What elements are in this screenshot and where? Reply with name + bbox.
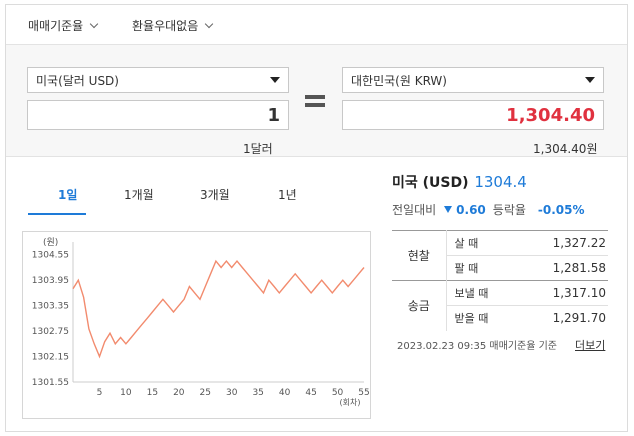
down-arrow-icon xyxy=(444,206,453,213)
x-tick-label: 10 xyxy=(120,388,132,398)
chevron-down-icon xyxy=(205,19,214,28)
x-tick-label: 20 xyxy=(173,388,185,398)
y-tick-label: 1303.35 xyxy=(32,302,69,312)
active-tab-indicator xyxy=(28,213,86,215)
rates-table: 현찰 살 때 1,327.22 팔 때 1,281.58 송금 보낼 때 1,3… xyxy=(392,230,608,331)
row-value: 1,317.10 xyxy=(506,280,608,306)
tab-1-year[interactable]: 1년 xyxy=(278,186,297,203)
x-tick-label: 5 xyxy=(97,388,103,398)
to-amount-input[interactable]: 1,304.40 xyxy=(342,100,604,130)
row-value: 1,281.58 xyxy=(506,255,608,281)
top-options-bar: 매매기준율 환율우대없음 xyxy=(6,5,627,45)
from-currency-select[interactable]: 미국(달러 USD) xyxy=(27,67,289,93)
change-value: -0.05% xyxy=(537,202,585,217)
rate-type-dropdown[interactable]: 매매기준율 xyxy=(28,17,99,34)
change-label: 등락율 xyxy=(492,203,526,217)
y-tick-label: 1304.55 xyxy=(32,251,69,261)
cash-label: 현찰 xyxy=(392,230,447,281)
country-name: 미국 (USD) xyxy=(392,175,469,191)
row-label: 살 때 xyxy=(446,230,506,256)
y-tick-label: 1302.75 xyxy=(32,327,69,337)
to-currency-label: 대한민국(원 KRW) xyxy=(351,73,447,88)
equals-icon xyxy=(305,95,325,111)
x-tick-label: 30 xyxy=(226,388,238,398)
x-tick-label: 25 xyxy=(200,388,211,398)
x-tick-label: 15 xyxy=(147,388,158,398)
from-amount-text: 1달러 xyxy=(243,142,273,156)
x-tick-label: 45 xyxy=(305,388,316,398)
to-currency-select[interactable]: 대한민국(원 KRW) xyxy=(342,67,604,93)
chevron-down-icon xyxy=(89,19,99,28)
y-tick-label: 1301.55 xyxy=(32,378,69,388)
diff-label: 전일대비 xyxy=(392,203,437,217)
rate-type-label: 매매기준율 xyxy=(28,19,84,33)
y-tick-label: 1302.15 xyxy=(32,353,69,363)
table-row: 현찰 살 때 1,327.22 xyxy=(392,230,608,281)
chart-svg: (원) 1304.55 1303.95 1303.35 1302.75 1302.15 13… xyxy=(32,237,370,407)
from-amount-input[interactable]: 1 xyxy=(27,100,289,130)
from-currency-label: 미국(달러 USD) xyxy=(36,73,119,88)
transfer-label: 송금 xyxy=(392,280,447,331)
x-tick-label: 50 xyxy=(332,388,344,398)
x-axis-label: (회차) xyxy=(340,398,361,407)
more-link[interactable]: 더보기 xyxy=(575,337,605,353)
row-value: 1,327.22 xyxy=(506,230,608,256)
preferential-label: 환율우대없음 xyxy=(132,19,199,33)
x-tick-label: 35 xyxy=(252,388,263,398)
current-rate: 1304.4 xyxy=(474,173,527,191)
period-tabs: 1일 1개월 3개월 1년 xyxy=(20,180,320,214)
tab-1-month[interactable]: 1개월 xyxy=(124,186,154,203)
dropdown-arrow-icon xyxy=(585,77,595,83)
tab-1-day[interactable]: 1일 xyxy=(58,186,77,203)
x-tick-label: 55 xyxy=(358,388,369,398)
row-label: 보낼 때 xyxy=(446,280,506,306)
row-label: 팔 때 xyxy=(446,255,506,281)
converter-panel: 미국(달러 USD) 1 1달러 대한민국(원 KRW) 1,304.40 1,… xyxy=(6,45,627,157)
row-label: 받을 때 xyxy=(446,305,506,331)
x-tick-label: 40 xyxy=(279,388,291,398)
row-value: 1,291.70 xyxy=(506,305,608,331)
preferential-dropdown[interactable]: 환율우대없음 xyxy=(132,17,214,34)
diff-line: 전일대비 0.60 등락율 -0.05% xyxy=(392,201,608,218)
rate-chart: (원) 1304.55 1303.95 1303.35 1302.75 1302.15 13… xyxy=(22,231,371,419)
diff-value: 0.60 xyxy=(456,202,486,217)
to-amount-text: 1,304.40원 xyxy=(533,142,598,156)
tab-3-month[interactable]: 3개월 xyxy=(200,186,230,203)
y-axis-label: (원) xyxy=(43,237,58,248)
dropdown-arrow-icon xyxy=(270,77,280,83)
y-tick-label: 1303.95 xyxy=(32,276,69,286)
timestamp-note: 2023.02.23 09:35 매매기준율 기준 xyxy=(397,341,558,352)
table-row: 송금 보낼 때 1,317.10 xyxy=(392,280,608,331)
rate-summary: 미국 (USD) 1304.4 전일대비 0.60 등락율 -0.05% xyxy=(392,172,608,218)
rate-series-line xyxy=(72,259,365,359)
